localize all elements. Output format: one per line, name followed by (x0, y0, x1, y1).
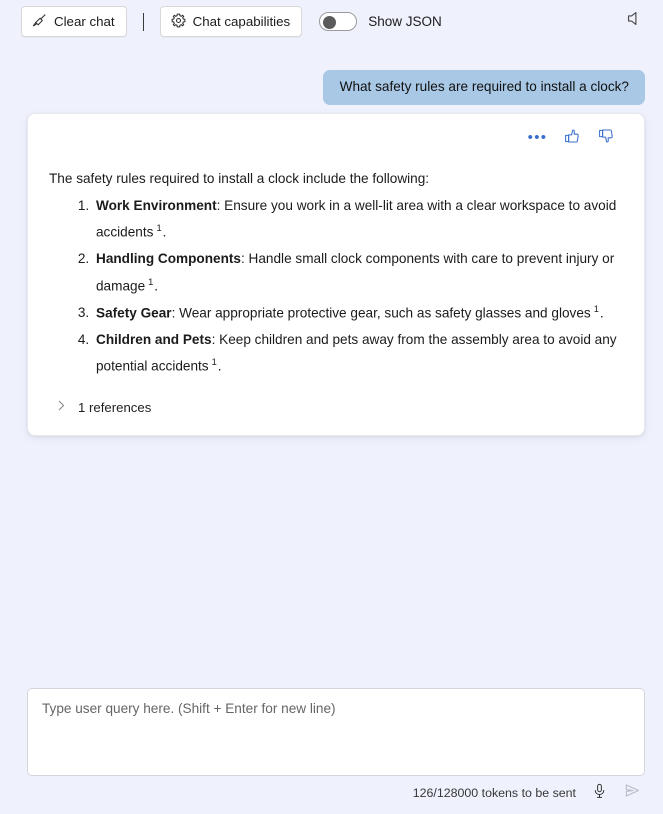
response-actions: ••• (49, 126, 623, 150)
rule-term: Handling Components (96, 251, 241, 267)
response-intro: The safety rules required to install a c… (49, 171, 430, 186)
assistant-response-card: ••• The safety rules required to install… (27, 113, 645, 437)
clear-chat-label: Clear chat (54, 14, 115, 29)
gear-icon (171, 13, 186, 31)
show-json-toggle[interactable]: Show JSON (319, 12, 442, 31)
message-composer[interactable] (27, 688, 645, 776)
references-toggle[interactable]: 1 references (49, 399, 623, 415)
list-item: Handling Components: Handle small clock … (93, 246, 623, 300)
rule-tail: . (154, 278, 159, 294)
rule-term: Work Environment (96, 197, 217, 213)
citation-ref[interactable]: 1 (156, 223, 161, 233)
citation-ref[interactable]: 1 (212, 357, 217, 367)
thumbs-up-icon (564, 128, 580, 149)
list-item: Children and Pets: Keep children and pet… (93, 327, 623, 381)
thumbs-up-button[interactable] (563, 128, 580, 149)
microphone-button[interactable] (589, 783, 609, 803)
rule-tail: . (217, 358, 222, 374)
user-message-bubble: What safety rules are required to instal… (322, 70, 645, 105)
citation-ref[interactable]: 1 (594, 304, 599, 314)
query-input[interactable] (28, 689, 644, 775)
send-button[interactable] (622, 783, 642, 803)
show-json-switch[interactable] (319, 12, 358, 31)
list-item: Work Environment: Ensure you work in a w… (93, 193, 623, 247)
chevron-right-icon (56, 399, 67, 415)
safety-rules-list: Work Environment: Ensure you work in a w… (49, 193, 623, 381)
toggle-knob (323, 16, 337, 29)
list-item: Safety Gear: Wear appropriate protective… (93, 300, 623, 327)
clear-chat-button[interactable]: Clear chat (21, 6, 127, 37)
show-json-label: Show JSON (368, 14, 442, 29)
chat-capabilities-button[interactable]: Chat capabilities (159, 6, 303, 37)
ellipsis-icon: ••• (527, 129, 548, 146)
top-toolbar: Clear chat Chat capabilities Show JSON (0, 0, 663, 43)
rule-term: Children and Pets (96, 331, 212, 347)
citation-ref[interactable]: 1 (148, 277, 153, 287)
microphone-icon (592, 783, 607, 804)
chat-capabilities-label: Chat capabilities (192, 14, 291, 29)
rule-tail: . (162, 224, 167, 240)
rule-tail: . (599, 305, 604, 321)
user-message-row: What safety rules are required to instal… (322, 70, 645, 105)
rule-text: : Wear appropriate protective gear, such… (171, 305, 591, 321)
token-counter: 126/128000 tokens to be sent (412, 786, 576, 800)
thumbs-down-icon (598, 128, 614, 149)
rule-term: Safety Gear (96, 305, 172, 321)
references-label: 1 references (78, 399, 152, 415)
toolbar-divider (142, 12, 144, 31)
broom-icon (32, 13, 47, 31)
thumbs-down-button[interactable] (597, 128, 614, 149)
chat-area: What safety rules are required to instal… (0, 43, 663, 673)
speaker-icon (626, 10, 643, 32)
speaker-button[interactable] (619, 7, 649, 35)
composer-footer: 126/128000 tokens to be sent (0, 780, 663, 806)
more-options-button[interactable]: ••• (527, 129, 548, 147)
send-icon (624, 782, 641, 804)
